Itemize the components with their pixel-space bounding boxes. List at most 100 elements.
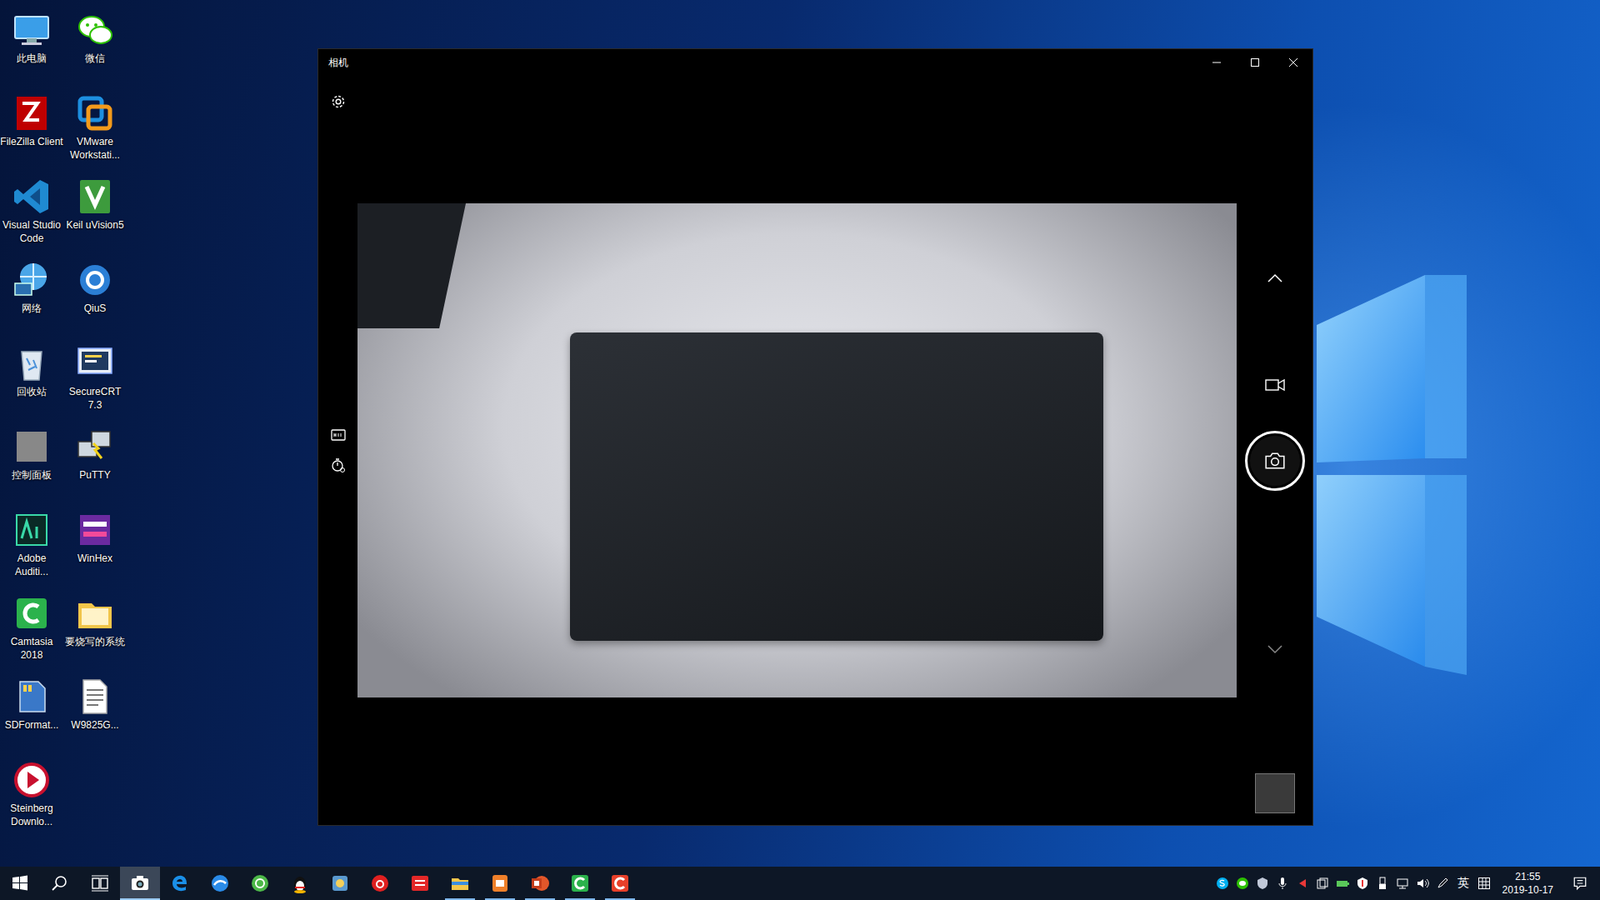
taskbar-button[interactable] <box>480 866 520 900</box>
desktop-icon[interactable]: Adobe Auditi... <box>0 506 64 590</box>
taskbar-button[interactable] <box>120 866 160 900</box>
input-mode-icon[interactable] <box>1477 876 1491 890</box>
desktop-icon[interactable]: VMware Workstati... <box>63 90 127 174</box>
right-toolbar <box>1236 75 1313 825</box>
taskbar-button[interactable] <box>0 866 40 900</box>
taskbar-button[interactable] <box>40 866 80 900</box>
volume-icon[interactable] <box>1415 876 1430 890</box>
recorder-icon <box>610 873 630 894</box>
vscode-icon <box>11 176 52 217</box>
recycle-icon <box>11 343 52 384</box>
network-icon[interactable] <box>1395 876 1410 890</box>
running-indicator <box>605 898 635 900</box>
taskbar-button[interactable] <box>200 866 240 900</box>
taskbar-button[interactable] <box>320 866 360 900</box>
search-icon <box>50 873 70 894</box>
input-language[interactable]: 英 <box>1452 875 1475 891</box>
video-mode-button[interactable] <box>1262 372 1288 398</box>
taskbar-apps <box>0 866 640 900</box>
skype-icon[interactable] <box>1215 876 1230 890</box>
wechat-icon <box>75 10 115 50</box>
taskbar-button[interactable] <box>80 866 120 900</box>
taskbar-button[interactable] <box>360 866 400 900</box>
desktop-icon[interactable]: QiuS <box>63 256 127 340</box>
taskbar-button[interactable] <box>160 866 200 900</box>
last-photo-thumbnail[interactable] <box>1255 773 1295 814</box>
desktop-icon[interactable]: W9825G... <box>63 673 127 757</box>
taskbar-button[interactable] <box>440 866 480 900</box>
tray-item <box>1272 866 1293 900</box>
taskbar-button[interactable] <box>560 866 600 900</box>
hdr-icon <box>330 426 347 444</box>
desktop-icon[interactable]: 网络 <box>0 256 64 340</box>
arrow-icon[interactable] <box>1295 876 1310 890</box>
usb-icon[interactable] <box>1375 876 1390 890</box>
music-icon <box>370 873 390 894</box>
maximize-button[interactable] <box>1235 49 1275 76</box>
securecrt-icon <box>75 343 115 384</box>
wechat-icon[interactable] <box>1235 876 1250 890</box>
shield-icon[interactable] <box>1255 876 1270 890</box>
ppt-icon <box>530 873 550 894</box>
video-camera-icon <box>1265 378 1285 392</box>
desktop-icon[interactable]: 微信 <box>63 6 127 90</box>
running-indicator <box>445 898 475 900</box>
desktop-icon-label: WinHex <box>63 551 127 565</box>
desktop-icon-label: 网络 <box>0 301 64 315</box>
minimize-button[interactable] <box>1197 49 1236 76</box>
taskbar-button[interactable] <box>240 866 280 900</box>
vmware-icon <box>75 93 115 134</box>
running-indicator <box>485 898 515 900</box>
battery-icon[interactable] <box>1335 876 1350 890</box>
safe-icon <box>250 873 270 894</box>
desktop-icon[interactable]: Camtasia 2018 <box>0 590 64 674</box>
title-bar[interactable]: 相机 <box>318 49 1313 76</box>
mic-icon[interactable] <box>1275 876 1290 890</box>
desktop-icon[interactable]: 回收站 <box>0 340 64 424</box>
clock[interactable]: 21:55 2019-10-17 <box>1494 870 1562 897</box>
settings-button[interactable] <box>325 89 351 115</box>
game-icon <box>330 873 350 894</box>
window-controls <box>1197 49 1313 76</box>
desktop-icon[interactable]: PuTTY <box>63 423 127 507</box>
tray-item <box>1352 866 1373 900</box>
keil-icon <box>75 176 115 217</box>
explorer-icon <box>450 873 470 894</box>
chevron-down-icon <box>1266 644 1284 655</box>
taskbar-button[interactable] <box>280 866 320 900</box>
desktop-icon[interactable]: Steinberg Downlo... <box>0 756 64 840</box>
system-tray: 英 21:55 2019-10-17 <box>1212 866 1600 900</box>
tray-item <box>1474 866 1495 900</box>
desktop-icon[interactable]: WinHex <box>63 506 127 590</box>
taskbar-button[interactable] <box>520 866 560 900</box>
desktop-icon[interactable]: SDFormat... <box>0 673 64 757</box>
desktop-icon[interactable]: FileZilla Client <box>0 90 64 174</box>
scroll-up-button[interactable] <box>1262 265 1288 291</box>
action-center-button[interactable] <box>1561 866 1599 900</box>
shutter-button[interactable] <box>1245 430 1305 491</box>
wps-icon <box>490 873 510 894</box>
taskbar-button[interactable] <box>600 866 640 900</box>
camera-icon <box>130 873 150 894</box>
desktop-icon[interactable]: 要烧写的系统 <box>63 590 127 674</box>
scroll-down-button[interactable] <box>1262 636 1288 662</box>
desktop-icon[interactable]: 此电脑 <box>0 6 64 90</box>
tray-item <box>1372 866 1393 900</box>
taskbar-button[interactable] <box>400 866 440 900</box>
notification-icon <box>1572 875 1588 891</box>
guard-icon[interactable] <box>1355 876 1370 890</box>
desktop-icon-label: 此电脑 <box>0 51 64 65</box>
qius-icon <box>75 260 115 300</box>
pen-icon[interactable] <box>1435 876 1450 890</box>
taskbar: 英 21:55 2019-10-17 <box>0 866 1600 900</box>
tray-item <box>1392 866 1413 900</box>
close-button[interactable] <box>1274 49 1313 76</box>
desktop-icon-label: SDFormat... <box>0 718 64 732</box>
desktop-icon[interactable]: Visual Studio Code <box>0 173 64 257</box>
desktop-icon[interactable]: SecureCRT 7.3 <box>63 340 127 424</box>
timer-button[interactable] <box>325 452 351 478</box>
desktop-icon[interactable]: 控制面板 <box>0 423 64 507</box>
copy-icon[interactable] <box>1315 876 1330 890</box>
hdr-button[interactable] <box>325 422 351 448</box>
desktop-icon[interactable]: Keil uVision5 <box>63 173 127 257</box>
